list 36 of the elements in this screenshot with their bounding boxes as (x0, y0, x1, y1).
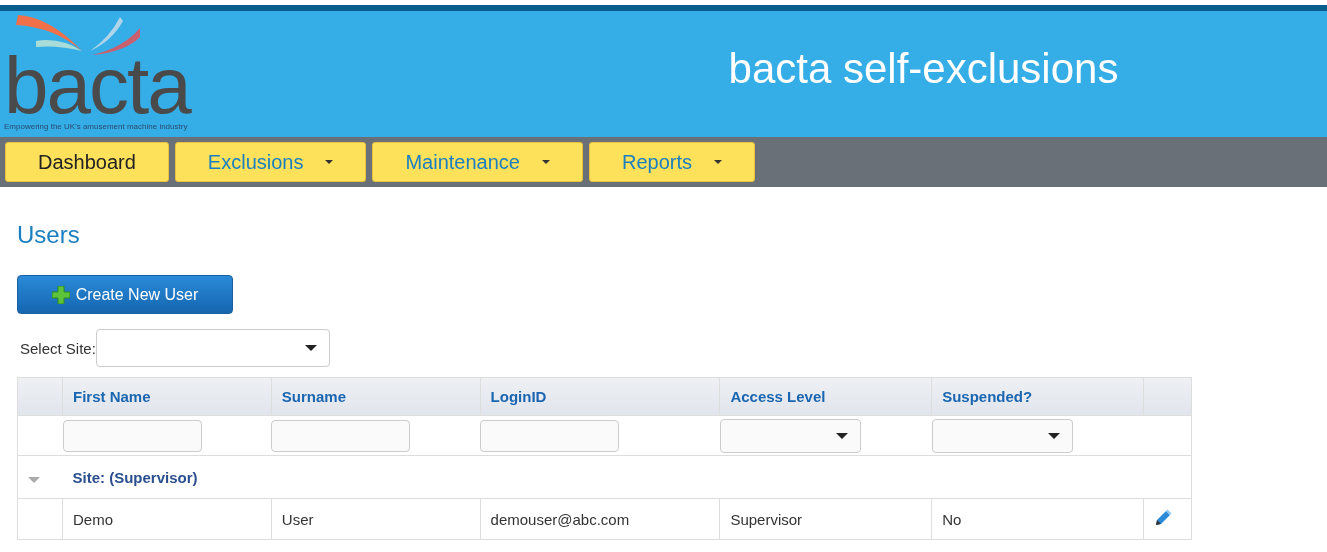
nav-tab[interactable]: Reports (589, 142, 755, 182)
filter-field[interactable] (480, 419, 620, 452)
table-cell: demouser@abc.com (480, 498, 720, 540)
column-header[interactable]: LoginID (480, 377, 720, 416)
logo-tagline: Empowering the UK's amusement machine industry (4, 122, 188, 131)
pencil-icon[interactable] (1154, 508, 1172, 527)
site-title: bacta self-exclusions (727, 45, 1120, 93)
filter-field[interactable] (271, 419, 411, 452)
caret-icon (325, 160, 334, 164)
table-cell: Supervisor (719, 498, 932, 540)
nav-tab[interactable]: Maintenance (372, 142, 583, 182)
column-header[interactable]: Access Level (719, 377, 932, 416)
plus-icon (51, 285, 70, 304)
column-header[interactable]: Suspended? (931, 377, 1144, 416)
dropdown-caret-icon (835, 432, 848, 439)
table-cell: No (931, 498, 1144, 540)
nav-tab[interactable]: Exclusions (174, 142, 367, 182)
filter-dropdown[interactable] (719, 418, 861, 453)
dropdown-caret-icon (1047, 432, 1060, 439)
filter-field[interactable] (62, 419, 202, 452)
table-cell: Demo (62, 498, 272, 540)
filter-dropdown[interactable] (931, 418, 1073, 453)
page-title: Users (17, 221, 81, 249)
table-cell: User (271, 498, 481, 540)
column-header[interactable]: First Name (62, 377, 272, 416)
site-dropdown[interactable] (95, 329, 330, 367)
select-site-label: Select Site: (20, 339, 96, 357)
nav-tab[interactable]: Dashboard (5, 142, 169, 182)
dropdown-caret-icon (304, 345, 317, 351)
column-header[interactable]: Surname (271, 377, 481, 416)
group-toggle-icon[interactable] (28, 476, 40, 483)
create-user-button[interactable]: Create New User (17, 275, 233, 314)
logo-text: bacta (4, 56, 190, 118)
group-label: Site: (Supervisor) (72, 468, 198, 486)
caret-icon (714, 160, 722, 164)
caret-icon (542, 160, 550, 164)
